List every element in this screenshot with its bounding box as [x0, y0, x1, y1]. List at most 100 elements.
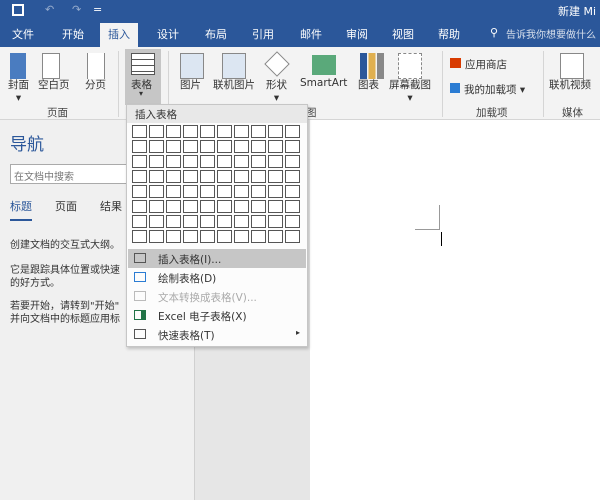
table-grid-cell[interactable]: [149, 215, 164, 228]
table-grid-cell[interactable]: [183, 170, 198, 183]
screenshot-button[interactable]: 屏幕截图 ▾: [389, 77, 431, 104]
table-grid-cell[interactable]: [251, 200, 266, 213]
tab-view[interactable]: 视图: [392, 26, 414, 42]
table-grid-cell[interactable]: [251, 215, 266, 228]
table-grid-cell[interactable]: [217, 140, 232, 153]
table-grid-cell[interactable]: [200, 230, 215, 243]
chart-button[interactable]: 图表: [358, 77, 379, 92]
table-grid-cell[interactable]: [285, 230, 300, 243]
menu-item-excel-spreadsheet[interactable]: Excel 电子表格(X): [128, 306, 306, 325]
table-grid-cell[interactable]: [166, 185, 181, 198]
table-grid-cell[interactable]: [132, 200, 147, 213]
table-grid-cell[interactable]: [251, 185, 266, 198]
table-grid-cell[interactable]: [285, 185, 300, 198]
table-grid-cell[interactable]: [183, 140, 198, 153]
table-grid-cell[interactable]: [234, 230, 249, 243]
document-page[interactable]: [310, 120, 600, 500]
page-break-button[interactable]: 分页: [85, 77, 106, 92]
online-video-button[interactable]: 联机视频: [549, 77, 591, 92]
menu-item-draw-table[interactable]: 绘制表格(D): [128, 268, 306, 287]
nav-tab-headings[interactable]: 标题: [10, 198, 32, 221]
table-grid-cell[interactable]: [132, 185, 147, 198]
table-grid-cell[interactable]: [251, 140, 266, 153]
table-grid-cell[interactable]: [183, 200, 198, 213]
table-grid-cell[interactable]: [132, 125, 147, 138]
table-grid-cell[interactable]: [132, 155, 147, 168]
table-grid-cell[interactable]: [234, 170, 249, 183]
table-grid-cell[interactable]: [166, 170, 181, 183]
table-button[interactable]: 表格 ▾: [125, 49, 161, 105]
table-grid-cell[interactable]: [166, 125, 181, 138]
table-grid-cell[interactable]: [149, 155, 164, 168]
table-grid-cell[interactable]: [183, 215, 198, 228]
table-grid-cell[interactable]: [200, 185, 215, 198]
tab-help[interactable]: 帮助: [438, 26, 460, 42]
table-grid-cell[interactable]: [149, 185, 164, 198]
save-icon[interactable]: [12, 4, 24, 16]
table-grid-cell[interactable]: [217, 155, 232, 168]
table-grid-cell[interactable]: [166, 200, 181, 213]
table-grid-cell[interactable]: [217, 230, 232, 243]
table-grid-cell[interactable]: [149, 140, 164, 153]
table-grid-cell[interactable]: [285, 155, 300, 168]
search-icon[interactable]: ⚲: [490, 26, 498, 39]
table-grid-cell[interactable]: [132, 215, 147, 228]
table-grid-cell[interactable]: [132, 140, 147, 153]
table-grid-cell[interactable]: [268, 185, 283, 198]
cover-page-button[interactable]: 封面 ▾: [8, 77, 29, 104]
table-grid-cell[interactable]: [234, 200, 249, 213]
shapes-button[interactable]: 形状 ▾: [266, 77, 287, 104]
smartart-button[interactable]: SmartArt: [300, 77, 347, 89]
tab-mailings[interactable]: 邮件: [300, 26, 322, 42]
nav-tab-results[interactable]: 结果: [100, 198, 122, 214]
table-grid-cell[interactable]: [183, 185, 198, 198]
table-grid-cell[interactable]: [285, 140, 300, 153]
table-grid-cell[interactable]: [149, 125, 164, 138]
tab-review[interactable]: 审阅: [346, 26, 368, 42]
table-grid-cell[interactable]: [234, 215, 249, 228]
customize-icon[interactable]: =: [93, 3, 102, 16]
table-size-grid[interactable]: [132, 125, 300, 243]
table-grid-cell[interactable]: [132, 230, 147, 243]
table-grid-cell[interactable]: [200, 155, 215, 168]
table-grid-cell[interactable]: [217, 125, 232, 138]
tab-home[interactable]: 开始: [62, 26, 84, 42]
table-grid-cell[interactable]: [166, 230, 181, 243]
tell-me-input[interactable]: 告诉我你想要做什么: [506, 26, 596, 41]
table-grid-cell[interactable]: [285, 215, 300, 228]
undo-icon[interactable]: ↶: [45, 3, 54, 16]
picture-button[interactable]: 图片: [180, 77, 201, 92]
table-grid-cell[interactable]: [268, 140, 283, 153]
table-grid-cell[interactable]: [251, 125, 266, 138]
table-grid-cell[interactable]: [200, 125, 215, 138]
table-grid-cell[interactable]: [217, 170, 232, 183]
table-grid-cell[interactable]: [217, 215, 232, 228]
table-grid-cell[interactable]: [166, 140, 181, 153]
tab-layout[interactable]: 布局: [205, 26, 227, 42]
table-grid-cell[interactable]: [200, 215, 215, 228]
tab-insert[interactable]: 插入: [100, 23, 138, 47]
table-grid-cell[interactable]: [183, 230, 198, 243]
table-grid-cell[interactable]: [251, 155, 266, 168]
table-grid-cell[interactable]: [268, 230, 283, 243]
table-grid-cell[interactable]: [183, 125, 198, 138]
table-grid-cell[interactable]: [285, 200, 300, 213]
table-grid-cell[interactable]: [200, 140, 215, 153]
table-grid-cell[interactable]: [251, 230, 266, 243]
table-grid-cell[interactable]: [200, 170, 215, 183]
table-grid-cell[interactable]: [234, 140, 249, 153]
nav-tab-pages[interactable]: 页面: [55, 198, 77, 214]
table-grid-cell[interactable]: [234, 125, 249, 138]
table-grid-cell[interactable]: [200, 200, 215, 213]
table-grid-cell[interactable]: [285, 125, 300, 138]
table-grid-cell[interactable]: [132, 170, 147, 183]
menu-item-insert-table[interactable]: 插入表格(I)...: [128, 249, 306, 268]
my-addins-button[interactable]: 我的加载项 ▾: [450, 82, 525, 97]
table-grid-cell[interactable]: [268, 215, 283, 228]
redo-icon[interactable]: ↷: [72, 3, 81, 16]
table-grid-cell[interactable]: [149, 230, 164, 243]
tab-design[interactable]: 设计: [157, 26, 179, 42]
table-grid-cell[interactable]: [268, 200, 283, 213]
store-button[interactable]: 应用商店: [450, 57, 507, 72]
table-grid-cell[interactable]: [268, 170, 283, 183]
